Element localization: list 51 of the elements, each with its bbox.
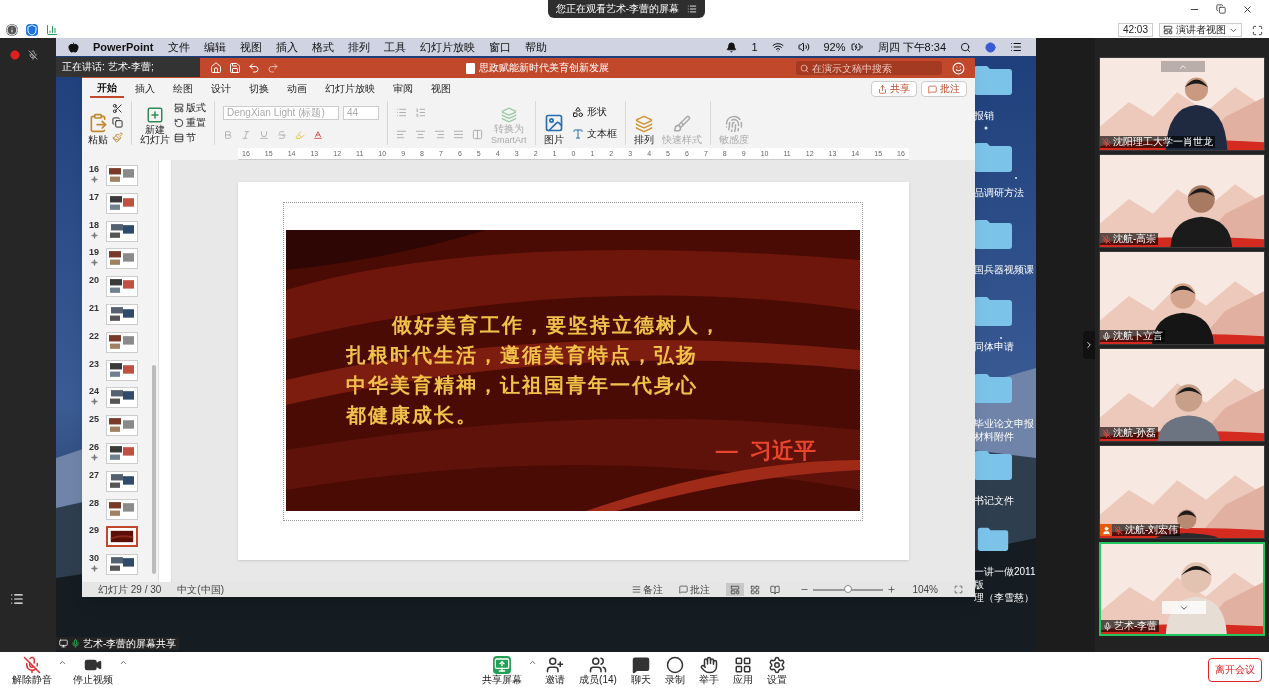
participant-name: 沈航卜立言 bbox=[1113, 331, 1163, 341]
collapse-handle[interactable] bbox=[1083, 331, 1095, 359]
toolbar-button[interactable]: 设置 bbox=[760, 652, 793, 688]
video-tile[interactable]: 沈航-高崇 bbox=[1099, 154, 1265, 248]
close-icon[interactable] bbox=[1242, 3, 1253, 15]
toolbar-button[interactable]: 停止视频 bbox=[67, 652, 119, 688]
toolbar-button[interactable]: 解除静音 bbox=[6, 652, 58, 688]
apps-icon bbox=[733, 655, 752, 674]
menu-icon[interactable] bbox=[687, 4, 698, 14]
toolbar-button[interactable]: 共享屏幕 bbox=[476, 652, 529, 688]
meeting-timer: 42:03 bbox=[1117, 23, 1153, 37]
video-tile[interactable]: 沈航-刘宏伟 bbox=[1099, 445, 1265, 539]
participant-name: 沈航-孙磊 bbox=[1113, 428, 1157, 438]
leave-meeting-button[interactable]: 离开会议 bbox=[1208, 658, 1262, 682]
video-tile[interactable]: 艺术-李蕾 bbox=[1099, 542, 1265, 636]
participant-name: 沈航-高崇 bbox=[1113, 234, 1157, 244]
list-icon[interactable] bbox=[10, 592, 24, 606]
shield-icon[interactable] bbox=[26, 24, 38, 36]
microphone-muted-icon bbox=[28, 50, 38, 60]
video-tile[interactable]: 沈航-孙磊 bbox=[1099, 348, 1265, 442]
record-icon bbox=[665, 655, 684, 674]
toolbar-button[interactable]: 举手 bbox=[692, 652, 725, 688]
video-tile[interactable]: 沈航卜立言 bbox=[1099, 251, 1265, 345]
toolbar-button[interactable]: 成员(14) bbox=[573, 652, 623, 688]
toolbar-button[interactable]: 聊天 bbox=[624, 652, 657, 688]
toolbar-button[interactable]: 邀请 bbox=[539, 652, 572, 688]
hand-icon bbox=[699, 655, 718, 674]
chevron-icon bbox=[1084, 340, 1094, 350]
add-person-icon bbox=[546, 655, 565, 674]
info-icon[interactable] bbox=[6, 24, 18, 36]
caret-icon[interactable] bbox=[58, 658, 67, 667]
recording-dot-icon bbox=[10, 50, 20, 60]
toolbar-button[interactable]: 应用 bbox=[726, 652, 759, 688]
chat-icon bbox=[631, 655, 650, 674]
video-tile[interactable]: 沈阳理工大学一肖世龙 bbox=[1099, 57, 1265, 151]
settings-icon bbox=[767, 655, 786, 674]
caret-icon[interactable] bbox=[119, 658, 128, 667]
view-dropdown[interactable]: 演讲者视图 bbox=[1159, 23, 1242, 37]
microphone-muted-icon bbox=[23, 655, 41, 674]
fullscreen-icon[interactable] bbox=[1252, 24, 1263, 36]
participant-name: 沈航-刘宏伟 bbox=[1125, 525, 1179, 535]
banner-text: 您正在观看艺术-李蕾的屏幕 bbox=[555, 4, 680, 14]
participant-name: 沈阳理工大学一肖世龙 bbox=[1113, 137, 1213, 147]
caret-icon[interactable] bbox=[528, 658, 538, 667]
layout-icon bbox=[1163, 25, 1173, 35]
people-icon bbox=[589, 655, 607, 674]
participant-name: 艺术-李蕾 bbox=[1114, 621, 1158, 631]
toolbar-button[interactable]: 录制 bbox=[658, 652, 691, 688]
restore-icon[interactable] bbox=[1216, 4, 1226, 14]
signal-icon[interactable] bbox=[46, 24, 58, 36]
share-screen-icon bbox=[493, 655, 512, 674]
